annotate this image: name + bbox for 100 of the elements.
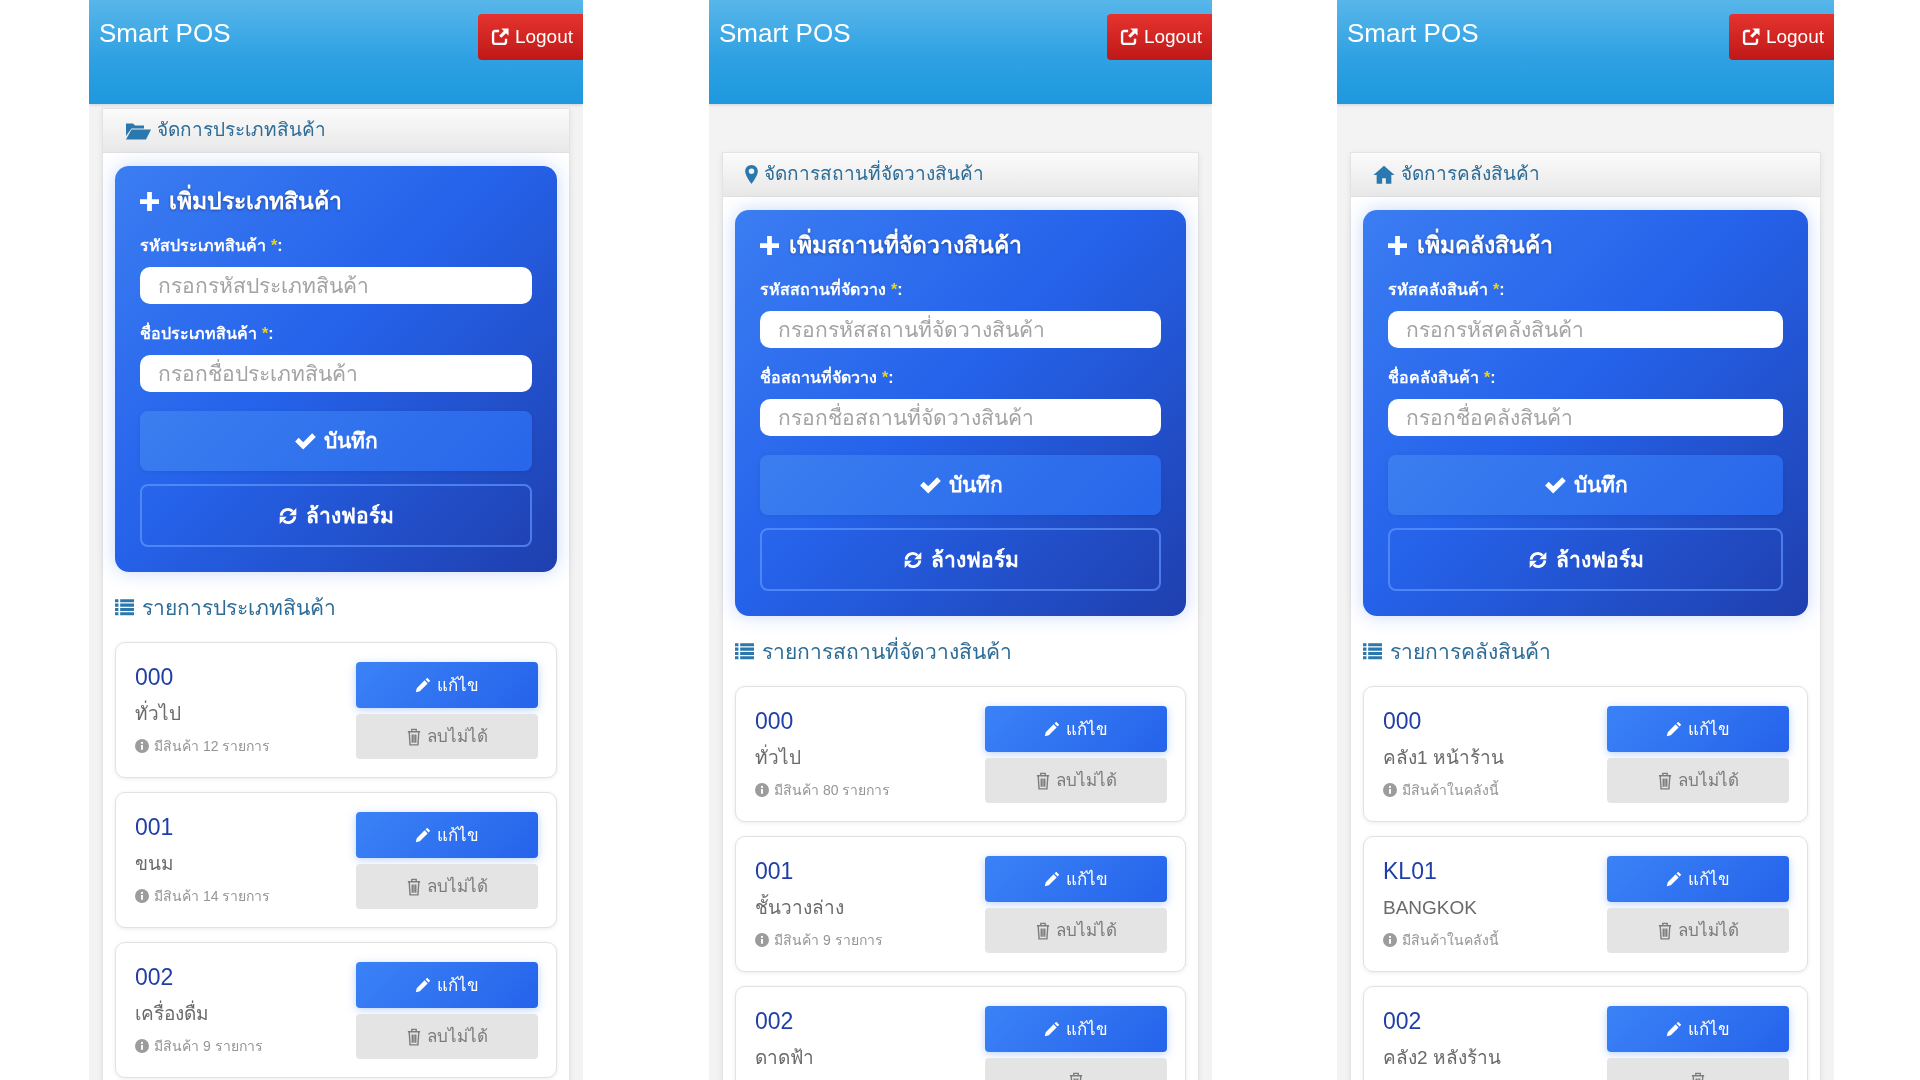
logout-button[interactable]: Logout xyxy=(477,14,583,60)
field-label: รหัสคลังสินค้า *: xyxy=(1388,280,1506,300)
trash-icon xyxy=(1035,921,1050,940)
input-field[interactable]: กรอกชื่อประเภทสินค้า xyxy=(140,355,532,392)
pencil-icon xyxy=(1044,1021,1060,1038)
list-icon xyxy=(735,643,754,661)
pencil-icon xyxy=(1666,871,1682,888)
plus-icon xyxy=(1388,236,1407,255)
form-title: เพิ่มประเภทสินค้า xyxy=(169,184,342,219)
pencil-icon xyxy=(1666,1021,1682,1038)
save-button[interactable]: บันทึก xyxy=(140,411,532,471)
field-label: ชื่อสถานที่จัดวาง *: xyxy=(760,367,1161,389)
logout-button[interactable]: Logout xyxy=(1106,14,1212,60)
page-title: จัดการคลังสินค้า xyxy=(1401,162,1540,187)
item-name: ดาดฟ้า xyxy=(755,1046,814,1071)
save-button[interactable]: บันทึก xyxy=(760,455,1161,515)
item-name: BANGKOK xyxy=(1383,896,1477,921)
reset-button[interactable]: ล้างฟอร์ม xyxy=(140,484,532,547)
item-name: คลัง1 หน้าร้าน xyxy=(1383,746,1504,771)
pencil-icon xyxy=(415,977,431,994)
list-title: รายการคลังสินค้า xyxy=(1390,639,1551,665)
app-title[interactable]: Smart POS xyxy=(1347,18,1479,50)
edit-button[interactable]: แก้ไข xyxy=(356,962,538,1009)
list-title: รายการประเภทสินค้า xyxy=(142,595,336,621)
page-title: จัดการสถานที่จัดวางสินค้า xyxy=(764,162,984,187)
trash-icon xyxy=(1657,921,1672,940)
page-title: จัดการประเภทสินค้า xyxy=(157,118,326,143)
list-title: รายการสถานที่จัดวางสินค้า xyxy=(762,637,1012,667)
refresh-icon xyxy=(278,505,298,526)
box-arrow-icon xyxy=(1741,28,1760,46)
app-title[interactable]: Smart POS xyxy=(719,18,851,50)
input-field[interactable]: กรอกชื่อคลังสินค้า xyxy=(1388,399,1783,436)
info-icon xyxy=(755,932,769,947)
item-name: ทั่วไป xyxy=(135,702,181,727)
item-info: มีสินค้าในคลังนี้ xyxy=(1402,780,1499,799)
item-name: เครื่องดื่ม xyxy=(135,1002,209,1027)
form-title: เพิ่มคลังสินค้า xyxy=(1417,228,1553,263)
input-field[interactable]: กรอกรหัสสถานที่จัดวางสินค้า xyxy=(760,311,1161,348)
field-label: ชื่อประเภทสินค้า *: xyxy=(140,323,532,345)
edit-button[interactable]: แก้ไข xyxy=(1607,1006,1789,1053)
input-field[interactable]: กรอกรหัสประเภทสินค้า xyxy=(140,267,532,304)
item-code: 002 xyxy=(755,1007,794,1037)
pencil-icon xyxy=(415,827,431,844)
edit-button[interactable]: แก้ไข xyxy=(356,812,538,859)
info-icon xyxy=(1383,782,1397,797)
trash-icon xyxy=(1035,771,1050,790)
folder-icon xyxy=(125,121,151,140)
info-icon xyxy=(135,888,149,903)
item-name: ทั่วไป xyxy=(755,746,801,771)
refresh-icon xyxy=(902,549,923,570)
save-button[interactable]: บันทึก xyxy=(1388,455,1783,515)
trash-icon xyxy=(406,727,421,746)
item-code: 000 xyxy=(135,663,174,693)
pencil-icon xyxy=(1044,721,1060,738)
trash-icon xyxy=(406,1027,421,1046)
edit-button[interactable]: แก้ไข xyxy=(985,706,1167,753)
plus-icon xyxy=(760,236,779,255)
item-code: 000 xyxy=(1383,707,1422,737)
item-name: ขนม xyxy=(135,852,174,877)
reset-button[interactable]: ล้างฟอร์ม xyxy=(1388,528,1783,591)
item-code: KL01 xyxy=(1383,857,1437,887)
input-field[interactable]: กรอกชื่อสถานที่จัดวางสินค้า xyxy=(760,399,1161,436)
check-icon xyxy=(294,432,316,450)
item-code: 001 xyxy=(135,813,174,843)
refresh-icon xyxy=(1527,549,1548,570)
check-icon xyxy=(1543,476,1566,494)
item-info: มีสินค้า 80 รายการ xyxy=(774,780,891,799)
edit-button[interactable]: แก้ไข xyxy=(1607,856,1789,903)
pencil-icon xyxy=(415,677,431,694)
list-icon xyxy=(1363,643,1382,661)
field-label: รหัสสถานที่จัดวาง *: xyxy=(760,279,1161,301)
item-info: มีสินค้า 9 รายการ xyxy=(154,1036,263,1055)
item-info: มีสินค้าในคลังนี้ xyxy=(1402,930,1499,949)
item-code: 000 xyxy=(755,707,794,737)
item-name: คลัง2 หลังร้าน xyxy=(1383,1046,1501,1071)
pencil-icon xyxy=(1666,721,1682,738)
item-info: มีสินค้า 12 รายการ xyxy=(154,736,271,755)
item-code: 002 xyxy=(135,963,174,993)
field-label: รหัสประเภทสินค้า *: xyxy=(140,236,284,256)
plus-icon xyxy=(140,192,159,211)
trash-icon xyxy=(1657,771,1672,790)
edit-button[interactable]: แก้ไข xyxy=(1607,706,1789,753)
reset-button[interactable]: ล้างฟอร์ม xyxy=(760,528,1161,591)
item-code: 001 xyxy=(755,857,794,887)
edit-button[interactable]: แก้ไข xyxy=(356,662,538,709)
house-icon xyxy=(1373,165,1395,184)
info-icon xyxy=(755,782,769,797)
edit-button[interactable]: แก้ไข xyxy=(985,856,1167,903)
trash-icon xyxy=(406,877,421,896)
app-title[interactable]: Smart POS xyxy=(99,18,231,50)
logout-button[interactable]: Logout xyxy=(1728,14,1834,60)
info-icon xyxy=(1383,932,1397,947)
item-info: มีสินค้า 9 รายการ xyxy=(774,930,883,949)
field-label: ชื่อคลังสินค้า *: xyxy=(1388,367,1783,389)
box-arrow-icon xyxy=(1119,28,1138,46)
form-title: เพิ่มสถานที่จัดวางสินค้า xyxy=(789,228,1022,263)
edit-button[interactable]: แก้ไข xyxy=(985,1006,1167,1053)
input-field[interactable]: กรอกรหัสคลังสินค้า xyxy=(1388,311,1783,348)
info-icon xyxy=(135,738,149,753)
item-code: 002 xyxy=(1383,1007,1422,1037)
